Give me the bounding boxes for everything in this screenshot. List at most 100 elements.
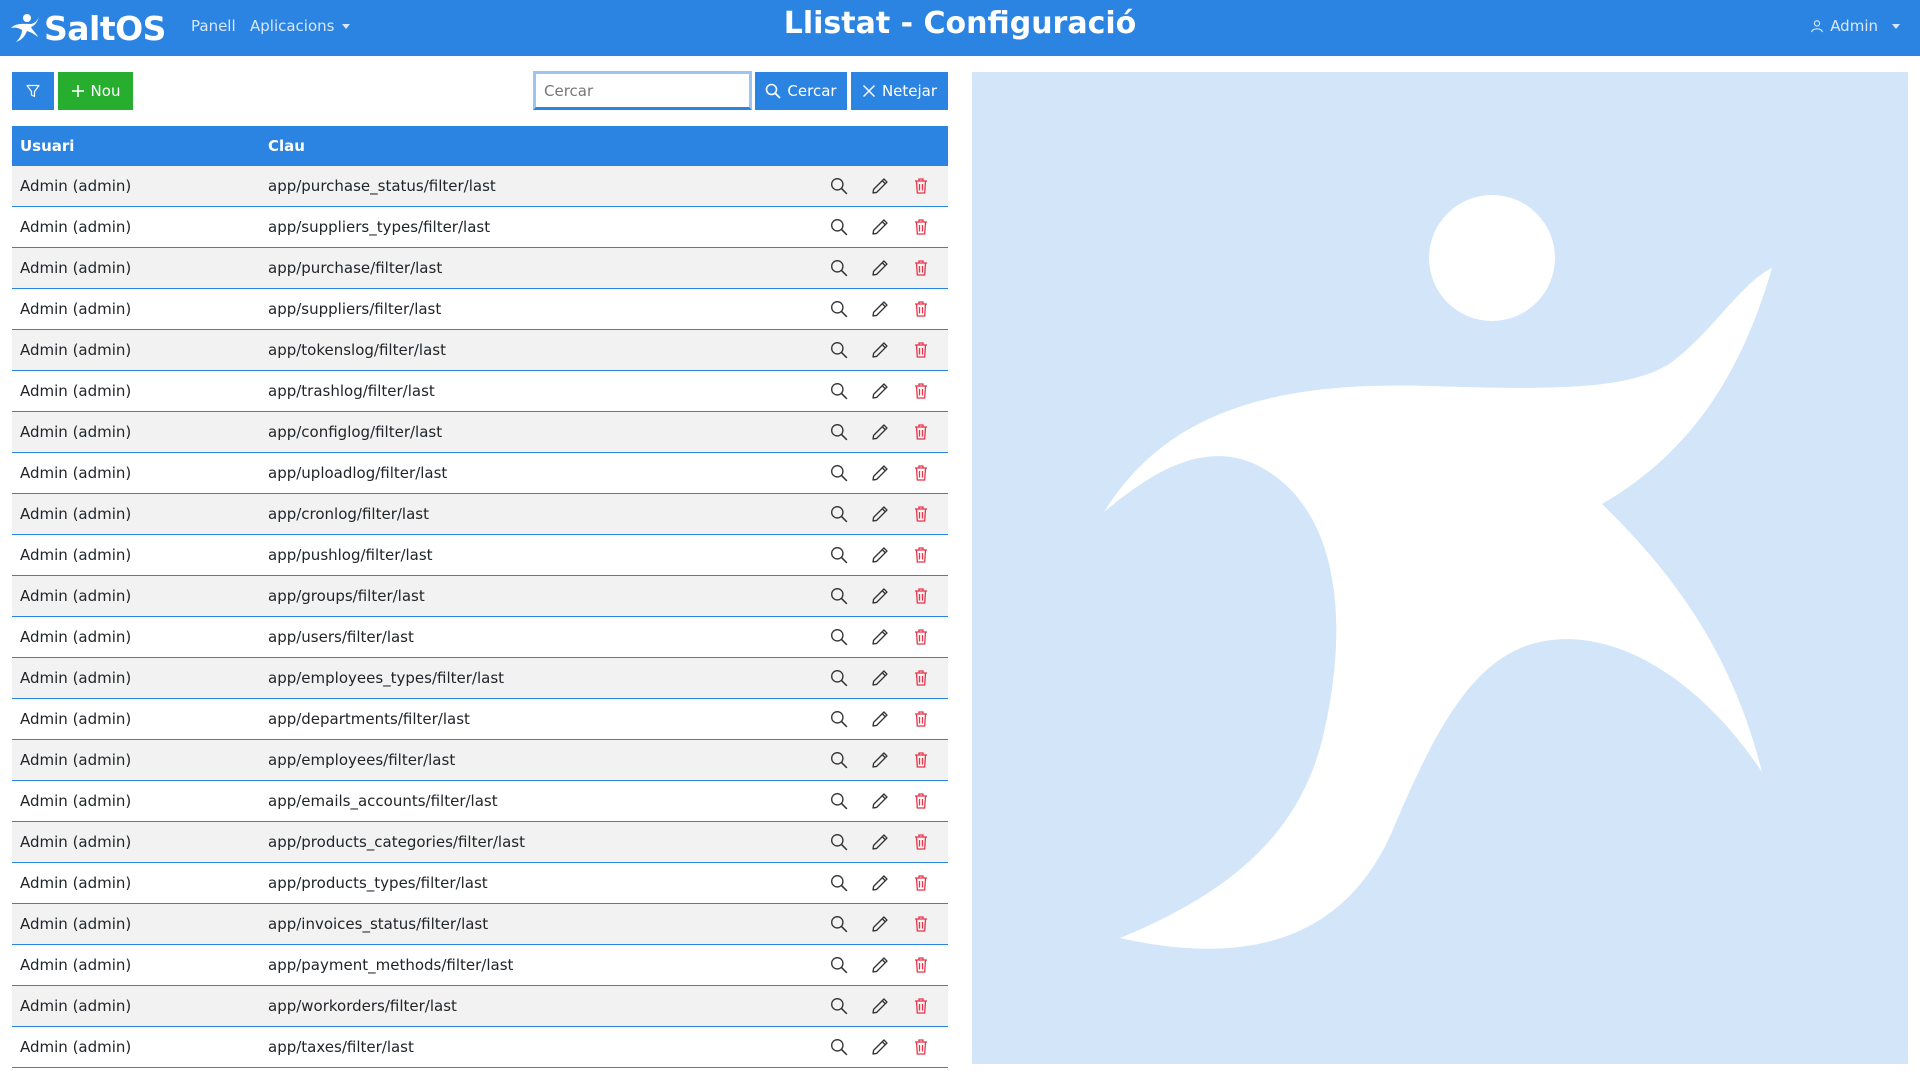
trash-icon[interactable] [910, 175, 932, 197]
filter-button[interactable] [12, 72, 54, 110]
table-row[interactable]: Admin (admin) app/suppliers/filter/last [12, 289, 948, 330]
pencil-icon[interactable] [869, 544, 891, 566]
table-row[interactable]: Admin (admin) app/products_categories/fil… [12, 822, 948, 863]
search-field[interactable] [533, 71, 752, 110]
trash-icon[interactable] [910, 216, 932, 238]
search-icon[interactable] [828, 380, 850, 402]
table-row[interactable]: Admin (admin) app/groups/filter/last [12, 576, 948, 617]
pencil-icon[interactable] [869, 503, 891, 525]
pencil-icon[interactable] [869, 667, 891, 689]
table-row[interactable]: Admin (admin) app/departments/filter/last [12, 699, 948, 740]
table-row[interactable]: Admin (admin) app/employees_types/filter/… [12, 658, 948, 699]
table-row[interactable]: Admin (admin) app/cronlog/filter/last [12, 494, 948, 535]
table-row[interactable]: Admin (admin) app/users/filter/last [12, 617, 948, 658]
table-row[interactable]: Admin (admin) app/workorders/filter/last [12, 986, 948, 1027]
trash-icon[interactable] [910, 995, 932, 1017]
row-actions [818, 708, 948, 730]
trash-icon[interactable] [910, 913, 932, 935]
table-row[interactable]: Admin (admin) app/invoices_status/filter/… [12, 904, 948, 945]
trash-icon[interactable] [910, 626, 932, 648]
trash-icon[interactable] [910, 503, 932, 525]
search-icon[interactable] [828, 749, 850, 771]
pencil-icon[interactable] [869, 585, 891, 607]
trash-icon[interactable] [910, 1036, 932, 1058]
search-input[interactable] [536, 74, 749, 107]
pencil-icon[interactable] [869, 749, 891, 771]
table-row[interactable]: Admin (admin) app/employees/filter/last [12, 740, 948, 781]
search-icon[interactable] [828, 831, 850, 853]
trash-icon[interactable] [910, 544, 932, 566]
table-row[interactable]: Admin (admin) app/pushlog/filter/last [12, 535, 948, 576]
trash-icon[interactable] [910, 667, 932, 689]
search-icon[interactable] [828, 667, 850, 689]
pencil-icon[interactable] [869, 790, 891, 812]
trash-icon[interactable] [910, 954, 932, 976]
new-button[interactable]: Nou [58, 72, 133, 110]
pencil-icon[interactable] [869, 708, 891, 730]
trash-icon[interactable] [910, 872, 932, 894]
search-icon[interactable] [828, 339, 850, 361]
search-icon[interactable] [828, 913, 850, 935]
search-icon[interactable] [828, 1036, 850, 1058]
trash-icon[interactable] [910, 585, 932, 607]
trash-icon[interactable] [910, 708, 932, 730]
search-button[interactable]: Cercar [755, 72, 847, 110]
search-icon[interactable] [828, 708, 850, 730]
pencil-icon[interactable] [869, 831, 891, 853]
table-row[interactable]: Admin (admin) app/tokenslog/filter/last [12, 330, 948, 371]
search-icon[interactable] [828, 995, 850, 1017]
pencil-icon[interactable] [869, 216, 891, 238]
clear-button[interactable]: Netejar [851, 72, 948, 110]
search-icon[interactable] [828, 544, 850, 566]
table-row[interactable]: Admin (admin) app/products_types/filter/l… [12, 863, 948, 904]
pencil-icon[interactable] [869, 339, 891, 361]
pencil-icon[interactable] [869, 380, 891, 402]
pencil-icon[interactable] [869, 872, 891, 894]
search-icon[interactable] [828, 585, 850, 607]
pencil-icon[interactable] [869, 175, 891, 197]
trash-icon[interactable] [910, 339, 932, 361]
search-icon[interactable] [828, 872, 850, 894]
table-row[interactable]: Admin (admin) app/configlog/filter/last [12, 412, 948, 453]
trash-icon[interactable] [910, 790, 932, 812]
table-row[interactable]: Admin (admin) app/emails_accounts/filter/… [12, 781, 948, 822]
pencil-icon[interactable] [869, 1036, 891, 1058]
trash-icon[interactable] [910, 831, 932, 853]
search-icon[interactable] [828, 175, 850, 197]
cell-user: Admin (admin) [20, 792, 132, 810]
column-header-usuari[interactable]: Usuari [12, 137, 268, 155]
search-icon[interactable] [828, 216, 850, 238]
search-icon[interactable] [828, 462, 850, 484]
trash-icon[interactable] [910, 421, 932, 443]
pencil-icon[interactable] [869, 913, 891, 935]
pencil-icon[interactable] [869, 462, 891, 484]
search-icon[interactable] [828, 626, 850, 648]
pencil-icon[interactable] [869, 257, 891, 279]
search-icon[interactable] [828, 503, 850, 525]
column-header-clau[interactable]: Clau [268, 137, 948, 155]
search-icon[interactable] [828, 954, 850, 976]
pencil-icon[interactable] [869, 954, 891, 976]
trash-icon[interactable] [910, 749, 932, 771]
table-row[interactable]: Admin (admin) app/trashlog/filter/last [12, 371, 948, 412]
pencil-icon[interactable] [869, 298, 891, 320]
table-row[interactable]: Admin (admin) app/purchase/filter/last [12, 248, 948, 289]
search-icon[interactable] [828, 790, 850, 812]
search-icon[interactable] [828, 421, 850, 443]
search-icon[interactable] [828, 257, 850, 279]
row-actions [818, 585, 948, 607]
table-row[interactable]: Admin (admin) app/purchase_status/filter/… [12, 166, 948, 207]
pencil-icon[interactable] [869, 995, 891, 1017]
trash-icon[interactable] [910, 298, 932, 320]
pencil-icon[interactable] [869, 421, 891, 443]
trash-icon[interactable] [910, 257, 932, 279]
user-menu[interactable]: Admin [1810, 17, 1900, 35]
pencil-icon[interactable] [869, 626, 891, 648]
table-row[interactable]: Admin (admin) app/suppliers_types/filter/… [12, 207, 948, 248]
search-icon[interactable] [828, 298, 850, 320]
table-row[interactable]: Admin (admin) app/uploadlog/filter/last [12, 453, 948, 494]
trash-icon[interactable] [910, 462, 932, 484]
trash-icon[interactable] [910, 380, 932, 402]
table-row[interactable]: Admin (admin) app/taxes/filter/last [12, 1027, 948, 1068]
table-row[interactable]: Admin (admin) app/payment_methods/filter/… [12, 945, 948, 986]
